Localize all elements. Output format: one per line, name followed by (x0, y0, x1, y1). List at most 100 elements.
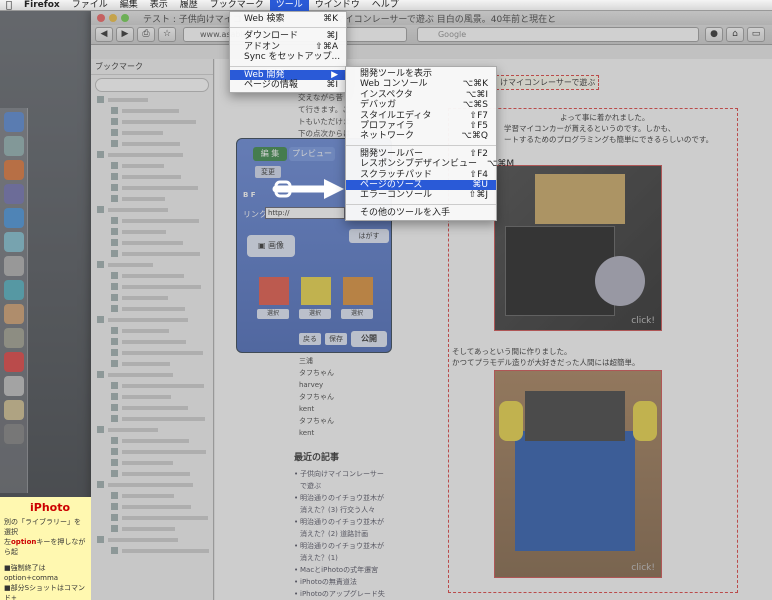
bookmark-item[interactable] (111, 447, 209, 456)
search-field[interactable]: Google (416, 27, 699, 42)
bookmark-item[interactable] (111, 414, 209, 423)
safari-icon[interactable] (4, 208, 24, 228)
bookmark-item[interactable] (111, 381, 209, 390)
app-icon[interactable] (4, 328, 24, 348)
recent-post-link[interactable]: 明治通りのイチョウ並木が消えた？(1) (294, 540, 389, 564)
home-icon[interactable]: ⌂ (726, 27, 744, 42)
bookmark-item[interactable] (111, 139, 209, 148)
recent-post-link[interactable]: 子供向けマイコンレーサーで遊ぶ (294, 468, 389, 492)
bookmark-item[interactable] (111, 359, 209, 368)
tab-preview[interactable]: プレビュー (289, 147, 335, 161)
image-button[interactable]: ▣ 画像 (247, 235, 295, 257)
tools-menu-item[interactable]: Sync をセットアップ... (230, 52, 346, 62)
menu-edit[interactable]: 編集 (114, 0, 144, 11)
bookmark-item[interactable] (111, 117, 209, 126)
layout-option-2[interactable] (301, 277, 331, 305)
webdev-menu-item[interactable]: デバッガ ⌥⌘S (346, 100, 496, 110)
bookmark-item[interactable] (97, 425, 209, 434)
bookmark-item[interactable] (111, 271, 209, 280)
bookmark-item[interactable] (111, 216, 209, 225)
bookmark-item[interactable] (111, 293, 209, 302)
comment-author[interactable]: 三浦 (299, 355, 334, 367)
remove-button[interactable]: はがす (349, 229, 389, 243)
tab-edit[interactable]: 編 集 (253, 147, 287, 161)
apple-icon[interactable]:  (0, 0, 18, 11)
bookmark-item[interactable] (111, 491, 209, 500)
webdev-menu-item[interactable]: その他のツールを入手 (346, 208, 496, 218)
bookmark-item[interactable] (111, 249, 209, 258)
article-heading[interactable]: けマイコンレーサーで遊ぶ (496, 75, 600, 90)
bookmark-item[interactable] (97, 315, 209, 324)
link-input[interactable]: http:// (265, 207, 345, 219)
bookmark-item[interactable] (111, 348, 209, 357)
webdev-menu-item[interactable]: ページのソース ⌘U (346, 179, 496, 191)
menu-tools[interactable]: ツール (269, 0, 309, 11)
webdev-menu-item[interactable]: スクラッチパッド ⇧F4 (346, 170, 496, 180)
webdev-menu-item[interactable]: ネットワーク ⌥⌘Q (346, 131, 496, 141)
bookmark-item[interactable] (111, 172, 209, 181)
tools-menu-item[interactable]: Web 開発 ▶ (230, 69, 346, 80)
notes-icon[interactable] (4, 400, 24, 420)
bookmark-item[interactable] (111, 128, 209, 137)
tools-menu-item[interactable]: アドオン ⇧⌘A (230, 42, 346, 52)
firefox-icon[interactable] (4, 160, 24, 180)
menu-history[interactable]: 履歴 (174, 0, 204, 11)
bookmark-item[interactable] (111, 161, 209, 170)
bookmark-item[interactable] (111, 392, 209, 401)
app-icon[interactable] (4, 256, 24, 276)
bookmark-item[interactable] (111, 326, 209, 335)
mail-icon[interactable] (4, 136, 24, 156)
save-button[interactable]: 保存 (325, 333, 347, 345)
select-button[interactable]: 選択 (299, 309, 331, 319)
bookmark-item[interactable] (111, 403, 209, 412)
bookmark-item[interactable] (111, 183, 209, 192)
webdev-menu-item[interactable]: 開発ツールを表示 (346, 69, 496, 79)
bookmark-item[interactable] (111, 502, 209, 511)
webdev-menu-item[interactable]: インスペクタ ⌥⌘I (346, 90, 496, 100)
bold-button[interactable]: B F (243, 191, 256, 199)
racer-photo[interactable]: click! (494, 370, 662, 578)
webdev-menu-item[interactable]: プロファイラ ⇧F5 (346, 121, 496, 131)
bookmark-item[interactable] (111, 513, 209, 522)
back-widget-button[interactable]: 戻る (299, 333, 321, 345)
layout-option-3[interactable] (343, 277, 373, 305)
comment-author[interactable]: kent (299, 427, 334, 439)
bookmark-item[interactable] (111, 282, 209, 291)
bookmark-item[interactable] (111, 458, 209, 467)
bookmark-search-input[interactable] (95, 78, 209, 92)
webdev-menu-item[interactable]: 開発ツールバー ⇧F2 (346, 149, 496, 159)
recent-post-link[interactable]: iPhotoの無責道法 (294, 576, 389, 588)
webdev-menu-item[interactable]: レスポンシブデザインビュー ⌥⌘M (346, 159, 514, 169)
photos-icon[interactable] (4, 304, 24, 324)
bookmark-item[interactable] (97, 95, 209, 104)
tools-menu-item[interactable]: Web 検索 ⌘K (230, 14, 346, 24)
bookmark-item[interactable] (97, 480, 209, 489)
recent-post-link[interactable]: MacとiPhotoの式年遷宮 (294, 564, 389, 576)
menu-app-name[interactable]: Firefox (18, 0, 66, 11)
app-icon[interactable] (4, 184, 24, 204)
menu-window[interactable]: ウインドウ (309, 0, 366, 11)
zoom-window-button[interactable] (121, 14, 129, 22)
finder-icon[interactable] (4, 112, 24, 132)
app-icon[interactable] (4, 352, 24, 372)
bookmark-item[interactable] (111, 238, 209, 247)
microphone-icon[interactable]: ● (705, 27, 723, 42)
comment-author[interactable]: タフちゃん (299, 367, 334, 379)
recent-post-link[interactable]: 明治通りのイチョウ並木が消えた？(3) 行交う人々 (294, 492, 389, 516)
bookmark-item[interactable] (97, 370, 209, 379)
bookmark-icon[interactable]: ☆ (158, 27, 176, 42)
bookmark-item[interactable] (111, 304, 209, 313)
bookmark-item[interactable] (111, 194, 209, 203)
kit-photo[interactable]: click! (494, 165, 662, 331)
bookmark-item[interactable] (97, 535, 209, 544)
recent-post-link[interactable]: iPhotoのアップグレード失敗で写真消失 (294, 588, 389, 600)
comment-author[interactable]: harvey (299, 379, 334, 391)
menu-bookmarks[interactable]: ブックマーク (204, 0, 270, 11)
app-icon[interactable] (4, 376, 24, 396)
bookmark-item[interactable] (111, 337, 209, 346)
bookmark-item[interactable] (111, 469, 209, 478)
close-window-button[interactable] (97, 14, 105, 22)
app-icon[interactable] (4, 280, 24, 300)
bookmark-item[interactable] (97, 260, 209, 269)
bookmark-item[interactable] (111, 524, 209, 533)
